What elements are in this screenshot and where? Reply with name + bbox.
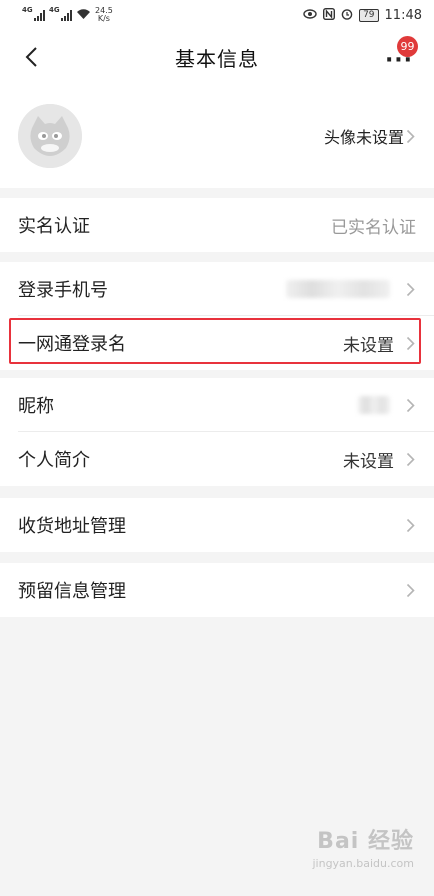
avatar-status: 头像未设置 [323,128,404,147]
nav-bar: 基本信息 ··· 99 [0,30,434,84]
bio-value: 未设置 [343,451,394,472]
address-label: 收货地址管理 [18,516,126,537]
chevron-right-icon [404,397,416,413]
wifi-icon [76,8,91,23]
account-group: 登录手机号 一网通登录名 未设置 [0,262,434,370]
chevron-right-icon [404,128,416,144]
status-left: 4G 4G 24.5 K/s [22,6,113,23]
verification-group: 实名认证 已实名认证 [0,198,434,252]
login-name-row[interactable]: 一网通登录名 未设置 [0,316,434,370]
login-name-value: 未设置 [343,335,394,356]
address-group: 收货地址管理 [0,498,434,552]
bio-label: 个人简介 [18,450,90,471]
profile-group: 昵称 个人简介 未设置 [0,378,434,486]
chevron-right-icon [404,335,416,351]
network-speed: 24.5 K/s [95,6,113,23]
real-name-status: 已实名认证 [331,217,416,238]
real-name-row[interactable]: 实名认证 已实名认证 [0,198,434,252]
notification-badge: 99 [397,36,418,57]
battery-icon: 79 [359,8,379,22]
login-name-label: 一网通登录名 [18,334,126,355]
chevron-right-icon [404,451,416,467]
reserved-info-row[interactable]: 预留信息管理 [0,563,434,617]
chevron-left-icon [25,47,37,67]
signal-icon-2: 4G [49,6,72,21]
nickname-label: 昵称 [18,396,54,417]
eye-icon [303,8,317,22]
alarm-icon [341,8,353,23]
chevron-right-icon [404,517,416,533]
avatar [18,104,82,168]
phone-row[interactable]: 登录手机号 [0,262,434,316]
reserved-info-label: 预留信息管理 [18,581,126,602]
real-name-label: 实名认证 [18,216,90,237]
watermark-brand: Bai 经验 [317,829,414,854]
status-bar: 4G 4G 24.5 K/s 79 11:48 [0,0,434,30]
watermark-url: jingyan.baidu.com [312,857,414,870]
nfc-icon [323,7,336,23]
phone-value-redacted [286,280,390,298]
nickname-row[interactable]: 昵称 [0,378,434,432]
more-icon: ··· [384,48,414,73]
clock: 11:48 [384,7,422,23]
watermark: Bai 经验 jingyan.baidu.com [312,823,414,870]
page-title: 基本信息 [175,46,259,71]
avatar-row[interactable]: 头像未设置 [0,84,434,188]
default-avatar-icon [18,104,82,168]
signal-icon: 4G [22,6,45,21]
bio-row[interactable]: 个人简介 未设置 [0,432,434,486]
avatar-group: 头像未设置 [0,84,434,188]
reserved-info-group: 预留信息管理 [0,563,434,617]
back-button[interactable] [14,40,48,74]
chevron-right-icon [404,281,416,297]
address-row[interactable]: 收货地址管理 [0,498,434,552]
status-right: 79 11:48 [303,7,422,23]
chevron-right-icon [404,582,416,598]
nickname-value-redacted [358,396,390,414]
phone-label: 登录手机号 [18,280,108,301]
